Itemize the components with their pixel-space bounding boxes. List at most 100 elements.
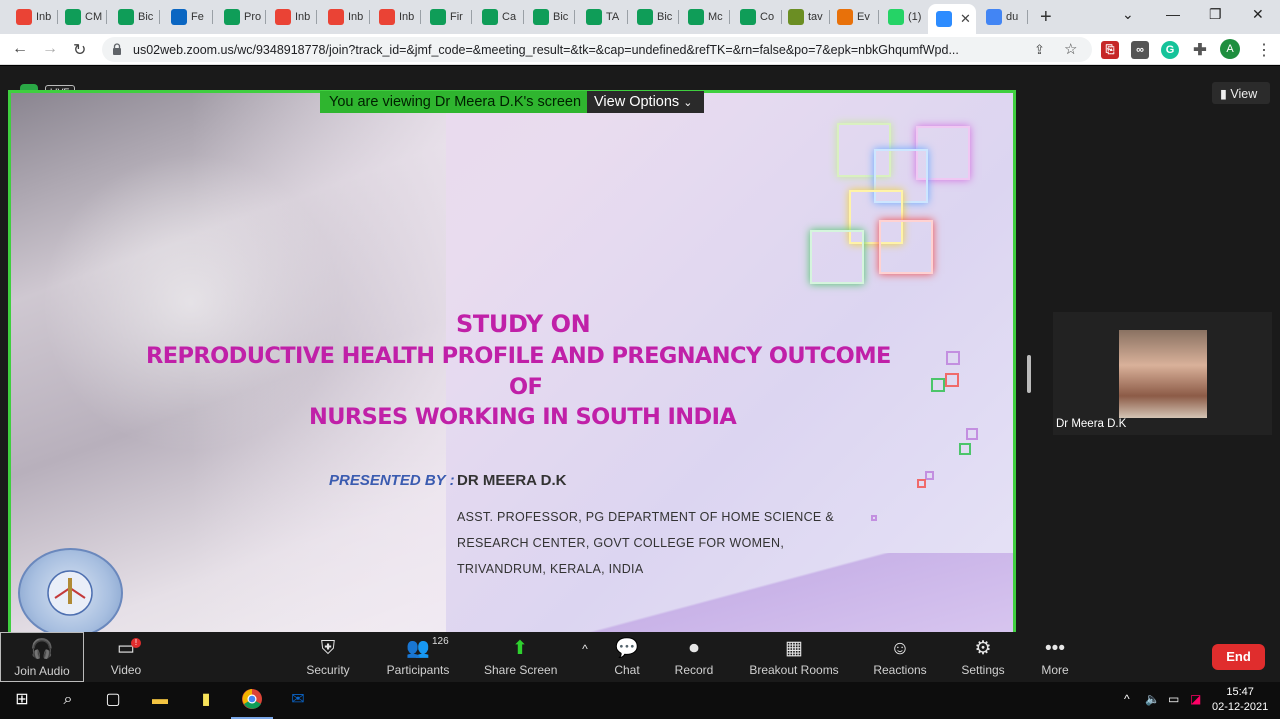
sticky-notes-icon[interactable]: ▮ — [194, 688, 218, 712]
participants-count: 126 — [432, 636, 449, 647]
more-label: More — [1041, 663, 1069, 677]
tab-label: Ev — [857, 11, 870, 23]
outlook-icon[interactable]: ✉ — [286, 688, 310, 712]
tab-label: du — [1006, 11, 1019, 23]
file-explorer-icon[interactable]: ▬ — [148, 688, 172, 712]
affiliation-line1: ASST. PROFESSOR, PG DEPARTMENT OF HOME S… — [457, 510, 834, 524]
url-text[interactable]: us02web.zoom.us/wc/9348918778/join?track… — [133, 43, 1023, 57]
browser-tab[interactable]: Ca — [474, 4, 524, 30]
browser-tab[interactable]: tav — [780, 4, 830, 30]
show-hidden-icons-icon[interactable]: ^ — [1124, 692, 1130, 706]
decor-square — [810, 230, 864, 284]
new-tab-icon[interactable]: + — [1040, 6, 1052, 29]
grammarly-icon[interactable]: G — [1161, 41, 1179, 59]
browser-tab[interactable]: Co — [732, 4, 782, 30]
sheets-icon — [637, 9, 653, 25]
breakout-rooms-button[interactable]: ▦ Breakout Rooms — [748, 632, 840, 682]
browser-tab[interactable]: Inb — [8, 4, 58, 30]
speaker-icon[interactable]: 🔈 — [1145, 692, 1160, 706]
browser-tab[interactable]: Ev — [829, 4, 879, 30]
college-logo — [18, 548, 123, 632]
gallery-resize-handle[interactable] — [1027, 355, 1031, 393]
record-label: Record — [674, 663, 714, 677]
address-bar-row: ← → ↻ us02web.zoom.us/wc/9348918778/join… — [0, 34, 1280, 97]
chat-button[interactable]: 💬 Chat — [608, 632, 646, 682]
clock-time: 15:47 — [1226, 686, 1254, 698]
browser-tab[interactable]: Bic — [629, 4, 679, 30]
profile-avatar[interactable]: A — [1220, 39, 1240, 59]
forward-icon[interactable]: → — [42, 40, 58, 58]
browser-tab[interactable]: Fir — [422, 4, 472, 30]
puzzle-extensions-icon[interactable]: ✚ — [1191, 41, 1209, 59]
tab-label: Inb — [295, 11, 311, 23]
reload-icon[interactable]: ↻ — [73, 40, 86, 60]
tab-separator — [369, 10, 370, 24]
browser-tab[interactable]: Bic — [110, 4, 160, 30]
back-icon[interactable]: ← — [12, 40, 28, 58]
decor-square — [931, 378, 945, 392]
google-icon — [986, 9, 1002, 25]
close-tab-icon[interactable]: ✕ — [960, 11, 971, 27]
chevron-down-icon: ⌄ — [683, 97, 693, 109]
join-audio-button[interactable]: 🎧 Join Audio — [0, 632, 84, 682]
tab-separator — [159, 10, 160, 24]
settings-button[interactable]: ⚙ Settings — [960, 632, 1006, 682]
tab-search-icon[interactable]: ⌄ — [1122, 6, 1134, 23]
reactions-icon: ☺ — [890, 638, 910, 659]
affiliation-line2: RESEARCH CENTER, GOVT COLLEGE FOR WOMEN, — [457, 536, 785, 550]
extension-icon[interactable]: ∞ — [1131, 41, 1149, 59]
tab-label: CM — [85, 11, 103, 23]
tray-app-icon[interactable]: ◪ — [1190, 692, 1201, 706]
share-screen-button[interactable]: ⬆ Share Screen — [484, 632, 557, 682]
more-button[interactable]: ••• More — [1038, 632, 1072, 682]
browser-tab[interactable]: ✕ — [928, 4, 976, 34]
browser-tab[interactable]: Pro — [216, 4, 266, 30]
end-meeting-button[interactable]: End — [1212, 644, 1265, 670]
slide-title-line3: OF — [509, 374, 543, 400]
pdf-extension-icon[interactable]: ⎘ — [1101, 41, 1119, 59]
gmail-icon — [275, 9, 291, 25]
browser-tab[interactable]: Inb — [267, 4, 317, 30]
security-button[interactable]: ⛨ Security — [300, 632, 356, 682]
windows-start-icon[interactable]: ⊞ — [10, 688, 34, 712]
share-options-chevron[interactable]: ^ — [576, 632, 594, 682]
browser-tab[interactable]: Inb — [320, 4, 370, 30]
search-icon[interactable]: ⌕ — [56, 688, 80, 712]
tab-separator — [265, 10, 266, 24]
view-button[interactable]: ▮ View — [1212, 82, 1270, 104]
sheets-icon — [740, 9, 756, 25]
browser-tab[interactable]: (1) — [880, 4, 930, 30]
decor-square — [879, 220, 933, 274]
minimize-icon[interactable]: — — [1166, 6, 1180, 22]
network-icon[interactable]: ▭ — [1168, 692, 1179, 706]
participant-name: Dr Meera D.K — [1056, 418, 1127, 430]
task-view-icon[interactable]: ▢ — [101, 688, 125, 712]
sheets-icon — [118, 9, 134, 25]
browser-tab[interactable]: Mc — [680, 4, 730, 30]
maximize-icon[interactable]: ❐ — [1209, 6, 1222, 23]
browser-tab[interactable]: TA — [578, 4, 628, 30]
browser-tab[interactable]: Fe — [163, 4, 213, 30]
browser-tab[interactable]: Inb — [371, 4, 421, 30]
close-window-icon[interactable]: ✕ — [1252, 6, 1264, 23]
tab-label: Fe — [191, 11, 204, 23]
reactions-button[interactable]: ☺ Reactions — [872, 632, 928, 682]
share-page-icon[interactable]: ⇪ — [1034, 42, 1045, 58]
tab-label: Inb — [399, 11, 415, 23]
browser-tab[interactable]: du — [978, 4, 1028, 30]
browser-tab[interactable]: CM — [57, 4, 107, 30]
system-clock[interactable]: 15:47 02-12-2021 — [1212, 685, 1268, 715]
record-button[interactable]: ⏺ Record — [672, 632, 716, 682]
omnibox[interactable]: us02web.zoom.us/wc/9348918778/join?track… — [102, 37, 1092, 62]
gmail-icon — [379, 9, 395, 25]
browser-tab[interactable]: Bic — [525, 4, 575, 30]
participant-video-tile[interactable]: Dr Meera D.K — [1053, 312, 1272, 435]
chevron-up-icon: ^ — [582, 642, 588, 656]
video-button[interactable]: ▭ Video — [104, 632, 148, 682]
tab-label: Bic — [553, 11, 569, 23]
view-options-button[interactable]: View Options ⌄ — [587, 91, 704, 113]
chrome-taskbar-icon[interactable] — [231, 688, 273, 719]
tab-label: Inb — [348, 11, 364, 23]
bookmark-star-icon[interactable]: ☆ — [1064, 40, 1077, 58]
browser-menu-icon[interactable]: ⋮ — [1256, 40, 1272, 60]
